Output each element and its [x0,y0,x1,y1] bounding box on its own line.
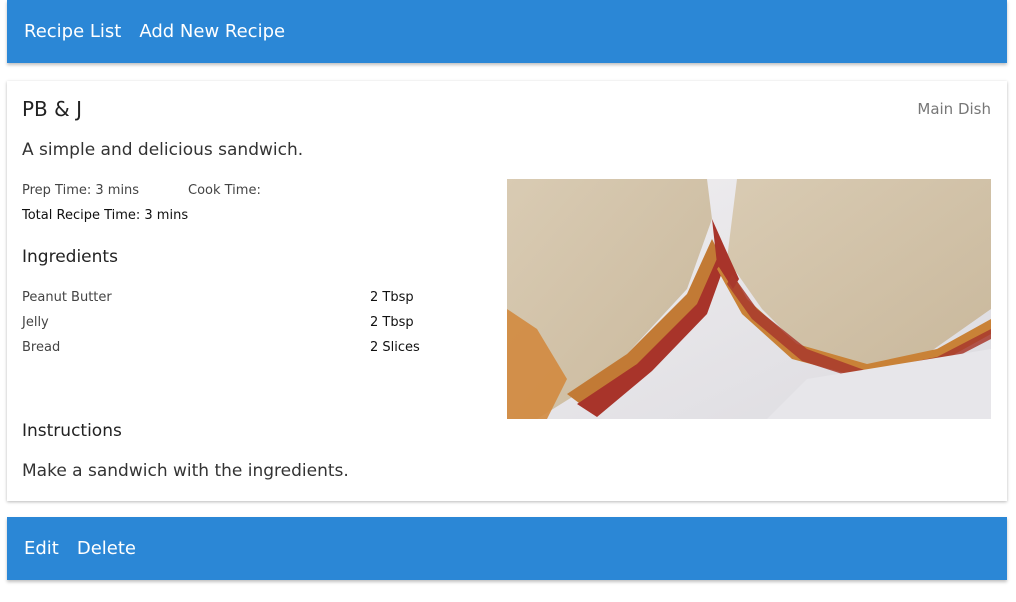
ingredient-name: Jelly [22,315,49,330]
top-nav-bar: Recipe List Add New Recipe [7,0,1007,63]
recipe-title: PB & J [22,97,82,121]
ingredients-heading: Ingredients [22,247,118,267]
add-new-recipe-link[interactable]: Add New Recipe [139,21,285,42]
ingredient-name: Peanut Butter [22,290,112,305]
instructions-heading: Instructions [22,421,122,441]
ingredient-qty: 2 Slices [370,340,420,355]
ingredient-row: Peanut Butter 2 Tbsp [22,290,482,315]
recipe-category: Main Dish [917,100,991,118]
recipe-card: PB & J Main Dish A simple and delicious … [7,81,1007,501]
ingredient-row: Jelly 2 Tbsp [22,315,482,340]
ingredient-name: Bread [22,340,61,355]
prep-time: Prep Time: 3 mins [22,183,140,198]
instructions-text: Make a sandwich with the ingredients. [22,461,349,481]
delete-button[interactable]: Delete [77,538,136,559]
total-time: Total Recipe Time: 3 mins [22,208,189,223]
action-bar: Edit Delete [7,517,1007,580]
recipe-description: A simple and delicious sandwich. [22,140,304,160]
edit-button[interactable]: Edit [24,538,59,559]
recipe-times: Prep Time: 3 mins Cook Time: [22,183,261,198]
recipe-list-link[interactable]: Recipe List [24,21,121,42]
sandwich-image [507,179,991,419]
ingredient-qty: 2 Tbsp [370,315,414,330]
recipe-photo [507,179,991,419]
cook-time: Cook Time: [188,183,261,198]
ingredient-qty: 2 Tbsp [370,290,414,305]
ingredient-row: Bread 2 Slices [22,340,482,365]
ingredients-list: Peanut Butter 2 Tbsp Jelly 2 Tbsp Bread … [22,290,482,365]
